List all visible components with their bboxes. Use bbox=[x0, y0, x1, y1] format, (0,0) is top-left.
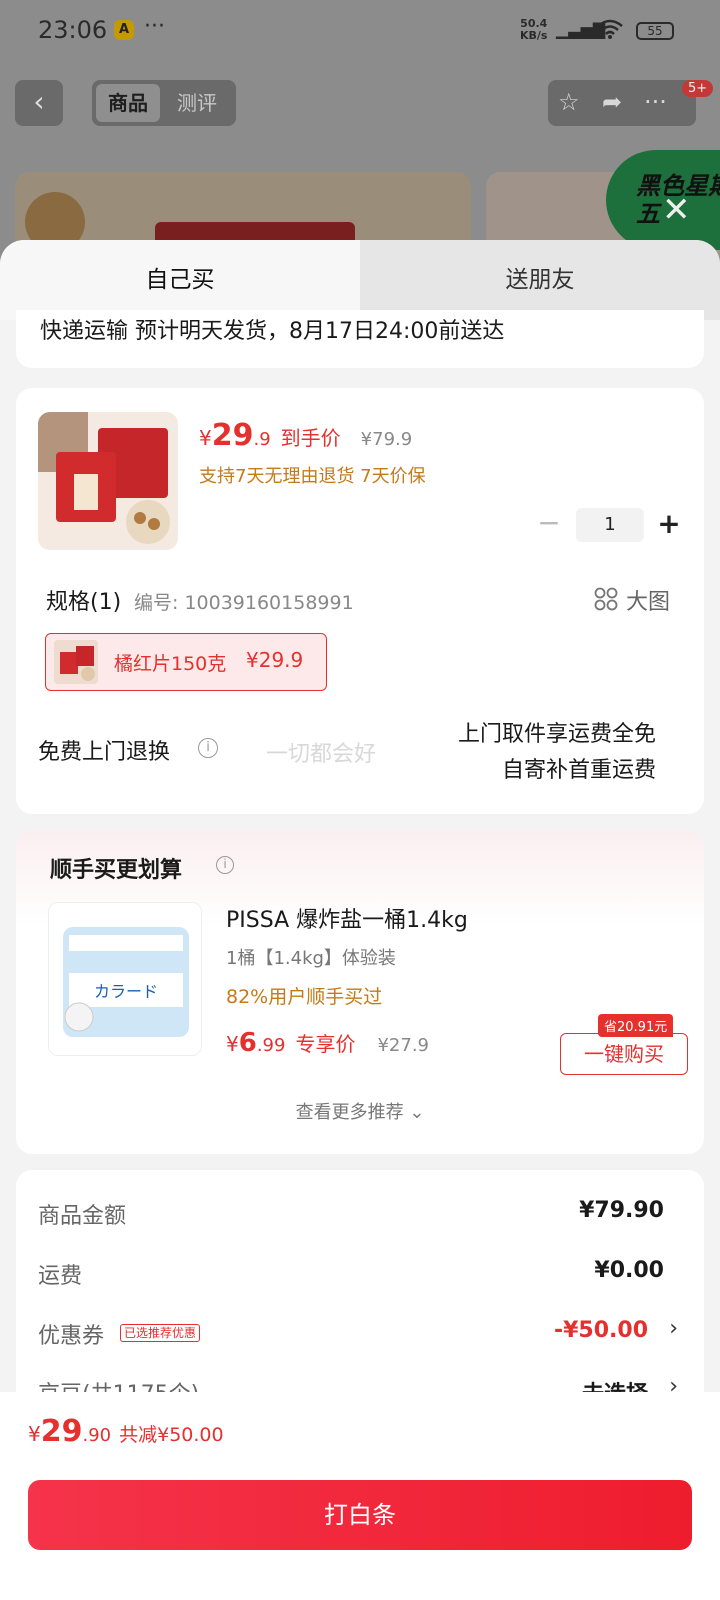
sku-name: 橘红片150克 bbox=[114, 653, 227, 675]
share-icon[interactable]: ➦ bbox=[602, 88, 622, 116]
coupon-recommended-badge: 已选推荐优惠 bbox=[120, 1324, 201, 1342]
total-price: ¥29.90 共减¥50.00 bbox=[28, 1414, 224, 1449]
grid-icon[interactable] bbox=[594, 587, 618, 611]
price-row: ¥29.9 到手价 ¥79.9 bbox=[199, 418, 413, 453]
more-icon[interactable]: ··· bbox=[644, 88, 667, 116]
original-price: ¥79.9 bbox=[360, 429, 413, 450]
bundle-item-spec: 1桶【1.4kg】体验装 bbox=[226, 948, 396, 969]
return-note-pickup: 上门取件享运费全免 bbox=[457, 722, 656, 747]
bottom-action-bar: ¥29.90 共减¥50.00 打白条 bbox=[0, 1392, 720, 1600]
background-product-page: 23:06 A ··· 50.4 KB/s ▁▃▅▇ 55 ‹ 商品 测评 ☆ … bbox=[0, 0, 720, 262]
chevron-right-icon: › bbox=[669, 1316, 678, 1341]
status-bar: 23:06 A ··· 50.4 KB/s ▁▃▅▇ 55 bbox=[0, 0, 720, 62]
deal-price-label: 到手价 bbox=[280, 426, 341, 450]
nav-actions: ☆ ➦ ··· bbox=[548, 80, 696, 126]
bundle-title: 顺手买更划算 bbox=[50, 858, 183, 883]
watermark-text: 一切都会好 bbox=[266, 742, 377, 767]
summary-row-goods: 商品金额 ¥79.90 bbox=[38, 1198, 664, 1229]
bundle-price-label: 专享价 bbox=[295, 1032, 356, 1056]
quantity-stepper: − 1 + bbox=[534, 508, 684, 542]
more-notifications-icon: ··· bbox=[144, 14, 165, 39]
see-more-recommendations[interactable]: 查看更多推荐 ⌄ bbox=[16, 1098, 704, 1124]
close-icon[interactable]: ✕ bbox=[662, 190, 691, 230]
summary-row-shipping: 运费 ¥0.00 bbox=[38, 1258, 664, 1289]
app-notification-icon: A bbox=[114, 20, 134, 40]
bundle-buyers-stat: 82%用户顺手买过 bbox=[226, 986, 383, 1008]
sku-thumbnail bbox=[54, 640, 98, 684]
battery-icon: 55 bbox=[636, 22, 674, 40]
tab-review[interactable]: 测评 bbox=[164, 84, 230, 122]
one-click-buy-button[interactable]: 一键购买 bbox=[560, 1033, 688, 1075]
increase-button[interactable]: + bbox=[654, 508, 684, 542]
return-note-self-send: 自寄补首重运费 bbox=[501, 758, 656, 783]
bundle-recommendation-card: 顺手买更划算 i カラード PISSA 爆炸盐一桶1.4kg 1桶【1.4kg】… bbox=[16, 830, 704, 1154]
big-image-button[interactable]: 大图 bbox=[626, 584, 670, 616]
tab-buy-for-friend[interactable]: 送朋友 bbox=[360, 240, 720, 320]
return-policy: 支持7天无理由退货 7天价保 bbox=[199, 466, 426, 487]
free-return-label: 免费上门退换 bbox=[38, 740, 171, 765]
page-tabs: 商品 测评 bbox=[92, 80, 236, 126]
delivery-info: 快递运输 预计明天发货，8月17日24:00前送达 bbox=[16, 310, 704, 368]
notification-badge: 5+ bbox=[682, 80, 714, 97]
product-image bbox=[38, 412, 178, 550]
svg-text:カラード: カラード bbox=[94, 982, 158, 1001]
spec-code: 编号: 10039160158991 bbox=[134, 592, 354, 614]
status-time: 23:06 bbox=[38, 16, 108, 44]
wifi-icon bbox=[597, 19, 623, 39]
bundle-item-name[interactable]: PISSA 爆炸盐一桶1.4kg bbox=[226, 902, 468, 934]
sku-price: ¥29.9 bbox=[246, 648, 304, 672]
bundle-product-image[interactable]: カラード bbox=[48, 902, 202, 1056]
product-card: ¥29.9 到手价 ¥79.9 支持7天无理由退货 7天价保 − 1 + 规格(1)… bbox=[16, 388, 704, 814]
pay-button[interactable]: 打白条 bbox=[28, 1480, 692, 1550]
order-summary-card: 商品金额 ¥79.90 运费 ¥0.00 优惠券 已选推荐优惠 -¥50.00 … bbox=[16, 1170, 704, 1430]
quantity-input[interactable]: 1 bbox=[576, 508, 644, 542]
tab-product[interactable]: 商品 bbox=[96, 84, 160, 122]
sku-option-selected[interactable]: 橘红片150克 ¥29.9 bbox=[45, 633, 327, 691]
info-icon[interactable]: i bbox=[216, 856, 234, 874]
info-icon[interactable]: i bbox=[198, 738, 218, 758]
net-speed: 50.4 KB/s bbox=[520, 17, 548, 42]
spec-label: 规格(1) bbox=[46, 590, 122, 615]
tab-buy-for-self[interactable]: 自己买 bbox=[0, 240, 360, 320]
delivery-text: 快递运输 预计明天发货，8月17日24:00前送达 bbox=[40, 319, 505, 344]
star-icon[interactable]: ☆ bbox=[558, 88, 580, 116]
total-savings: 共减¥50.00 bbox=[119, 1424, 224, 1446]
decrease-button[interactable]: − bbox=[534, 508, 564, 542]
bundle-price-row: ¥6.99 专享价 ¥27.9 bbox=[226, 1028, 429, 1058]
bundle-original-price: ¥27.9 bbox=[377, 1035, 429, 1056]
deal-price: 29 bbox=[211, 418, 254, 453]
summary-row-coupon[interactable]: 优惠券 已选推荐优惠 -¥50.00 › bbox=[38, 1314, 678, 1354]
back-button[interactable]: ‹ bbox=[15, 80, 63, 126]
bundle-price: 6 bbox=[238, 1028, 257, 1058]
